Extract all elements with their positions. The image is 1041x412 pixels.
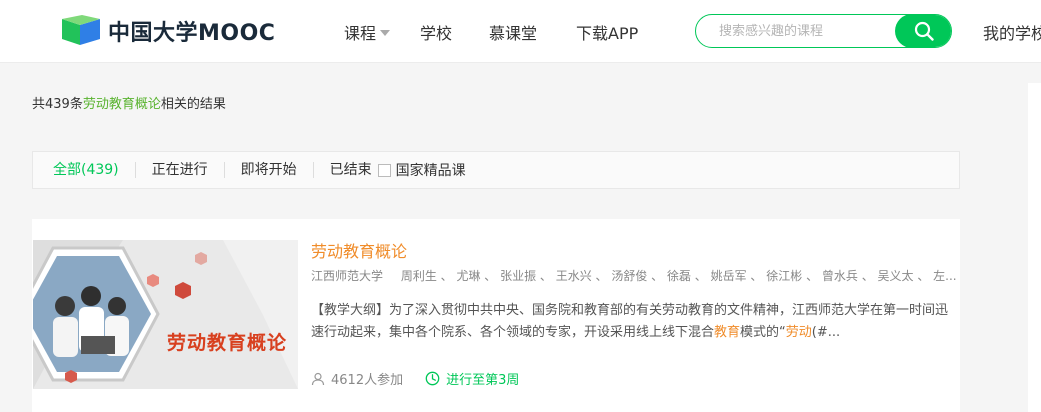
my-school-link[interactable]: 我的学校 [983,20,1041,44]
filter-all[interactable]: 全部(439) [33,162,136,178]
course-thumbnail[interactable]: 劳动教育概论 [33,240,298,389]
results-suffix: 相关的结果 [160,97,226,112]
participants-count: 4612人参加 [331,373,404,388]
course-stats: 4612人参加 进行至第3周 [311,369,519,388]
progress-text: 进行至第3周 [446,373,520,388]
search-keyword: 劳动教育概论 [82,97,161,112]
course-thumbnail-art [33,240,298,389]
clock-icon [425,371,440,386]
national-quality-filter[interactable]: 国家精品课 [377,160,466,180]
nav-schools[interactable]: 学校 [420,20,452,44]
thumbnail-title: 劳动教育概论 [167,332,288,354]
course-card[interactable]: 劳动教育概论 劳动教育概论 江西师范大学 周利生 、 尤琳 、 张业振 、 王水… [32,219,960,412]
search-input[interactable] [696,15,896,47]
filter-upcoming[interactable]: 即将开始 [225,162,314,178]
filter-ongoing[interactable]: 正在进行 [136,162,225,178]
results-summary: 共439条劳动教育概论相关的结果 [32,93,226,112]
nav-classroom[interactable]: 慕课堂 [489,20,537,44]
desc-text-1: 【教学大纲】为了深入贯彻中共中央、国务院和教育部的有关劳动教育的文件精神，江西师… [311,303,949,340]
top-header: 中国大学MOOC 课程 学校 慕课堂 下载APP 我的学校 [0,0,1041,63]
search-button[interactable] [895,15,951,47]
nav-courses[interactable]: 课程 [344,20,391,44]
user-icon [311,372,325,385]
search-icon [914,21,934,41]
course-progress: 进行至第3周 [425,369,519,388]
nav-courses-label: 课程 [344,24,377,43]
site-logo[interactable]: 中国大学MOOC [60,14,275,48]
desc-text-2: 模式的“ [740,325,786,340]
results-count: 共439条 [32,97,83,112]
desc-highlight-1: 教育 [714,325,741,340]
filter-bar: 全部(439) 正在进行 即将开始 已结束 国家精品课 [32,151,960,189]
participants: 4612人参加 [311,369,403,388]
desc-text-3: (#... [811,325,841,340]
course-description: 【教学大纲】为了深入贯彻中共中央、国务院和教育部的有关劳动教育的文件精神，江西师… [311,300,956,344]
search-box [695,14,952,48]
logo-text: 中国大学MOOC [108,21,276,46]
right-side-panel [1028,83,1041,412]
logo-icon [62,15,100,45]
desc-highlight-2: 劳动 [785,325,812,340]
filter-ended[interactable]: 已结束 [314,162,378,178]
national-quality-checkbox[interactable] [377,163,391,177]
course-meta: 江西师范大学 周利生 、 尤琳 、 张业振 、 王水兴 、 汤舒俊 、 徐磊 、… [311,267,956,284]
nav-download-app[interactable]: 下载APP [576,20,638,44]
course-title-link[interactable]: 劳动教育概论 [311,238,407,262]
chevron-down-icon [380,29,391,36]
national-quality-label: 国家精品课 [395,163,466,179]
course-teachers: 周利生 、 尤琳 、 张业振 、 王水兴 、 汤舒俊 、 徐磊 、 姚岳军 、 … [400,269,956,283]
course-school[interactable]: 江西师范大学 [311,269,383,283]
